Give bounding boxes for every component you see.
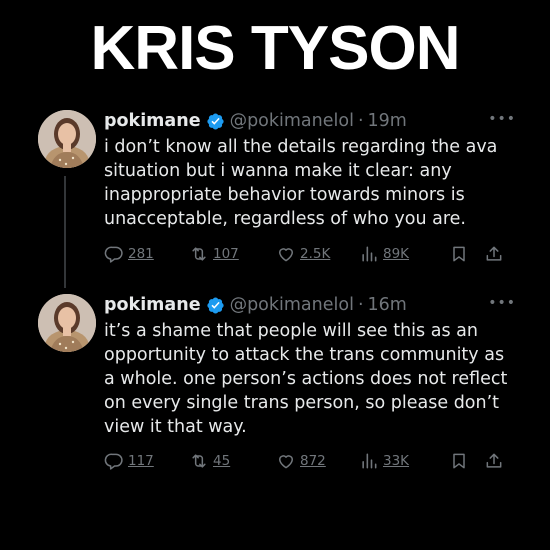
tweet-content: pokimane @pokimanelol · 19m ••• i don’t … [104, 108, 516, 263]
tweet-text: it’s a shame that people will see this a… [104, 321, 508, 437]
views-button[interactable]: 33K [359, 450, 409, 472]
reply-button[interactable]: 117 [104, 450, 154, 472]
retweet-icon [192, 454, 206, 468]
share-button[interactable] [484, 243, 504, 265]
tweet-text: i don’t know all the details regarding t… [104, 137, 498, 229]
timestamp[interactable]: 19m [368, 111, 407, 131]
like-button[interactable]: 872 [276, 450, 326, 472]
more-options-icon[interactable]: ••• [488, 112, 516, 126]
avatar[interactable] [38, 294, 96, 352]
user-handle[interactable]: @pokimanelol [230, 295, 354, 315]
avatar[interactable] [38, 110, 96, 168]
share-button[interactable] [484, 450, 504, 472]
bookmark-icon [453, 453, 465, 469]
reply-icon [104, 246, 123, 263]
bookmark-button[interactable] [449, 450, 469, 472]
views-icon [362, 246, 377, 262]
tweet-actions: 281 107 2.5K 89K [104, 243, 516, 265]
tweet-header: pokimane @pokimanelol · 19m [104, 108, 516, 134]
retweet-icon [192, 247, 206, 261]
views-icon [362, 453, 377, 469]
tweet-content: pokimane @pokimanelol · 16m ••• it’s a s… [104, 292, 516, 470]
reply-button[interactable]: 281 [104, 243, 154, 265]
heart-icon [279, 248, 293, 262]
retweet-button[interactable]: 107 [189, 243, 239, 265]
bookmark-button[interactable] [449, 243, 469, 265]
like-count: 872 [300, 453, 326, 469]
more-options-icon[interactable]: ••• [488, 296, 516, 310]
share-icon [486, 246, 502, 261]
headline: KRIS TYSON [90, 14, 461, 83]
verified-badge-icon [206, 296, 225, 315]
retweet-count: 107 [213, 246, 239, 262]
separator-dot: · [357, 111, 364, 131]
timestamp[interactable]: 16m [368, 295, 407, 315]
views-button[interactable]: 89K [359, 243, 409, 265]
retweet-count: 45 [213, 453, 231, 469]
views-count: 89K [383, 246, 410, 262]
separator-dot: · [357, 295, 364, 315]
verified-badge-icon [206, 112, 225, 131]
display-name[interactable]: pokimane [104, 111, 201, 131]
share-icon [486, 453, 502, 468]
display-name[interactable]: pokimane [104, 295, 201, 315]
thread-connector-line [64, 176, 66, 288]
reply-count: 281 [128, 246, 154, 262]
tweet-actions: 117 45 872 33K [104, 450, 516, 472]
like-button[interactable]: 2.5K [276, 243, 330, 265]
reply-count: 117 [128, 453, 154, 469]
bookmark-icon [453, 246, 465, 262]
tweet-header: pokimane @pokimanelol · 16m [104, 292, 516, 318]
retweet-button[interactable]: 45 [189, 450, 230, 472]
views-count: 33K [383, 453, 410, 469]
reply-icon [104, 453, 123, 470]
heart-icon [279, 455, 293, 469]
user-handle[interactable]: @pokimanelol [230, 111, 354, 131]
like-count: 2.5K [300, 246, 331, 262]
